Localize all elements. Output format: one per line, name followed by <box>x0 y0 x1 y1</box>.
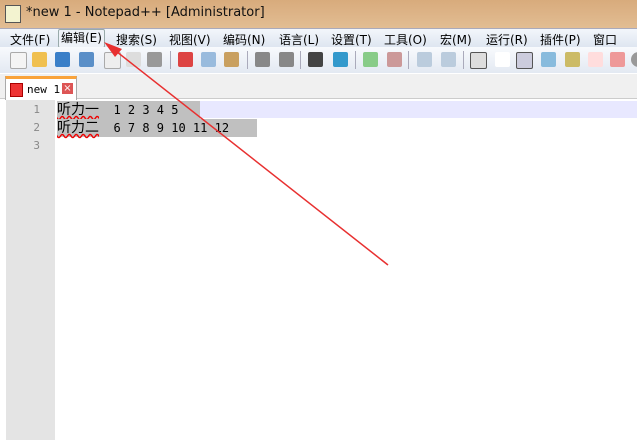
annotation-arrow <box>104 42 389 266</box>
